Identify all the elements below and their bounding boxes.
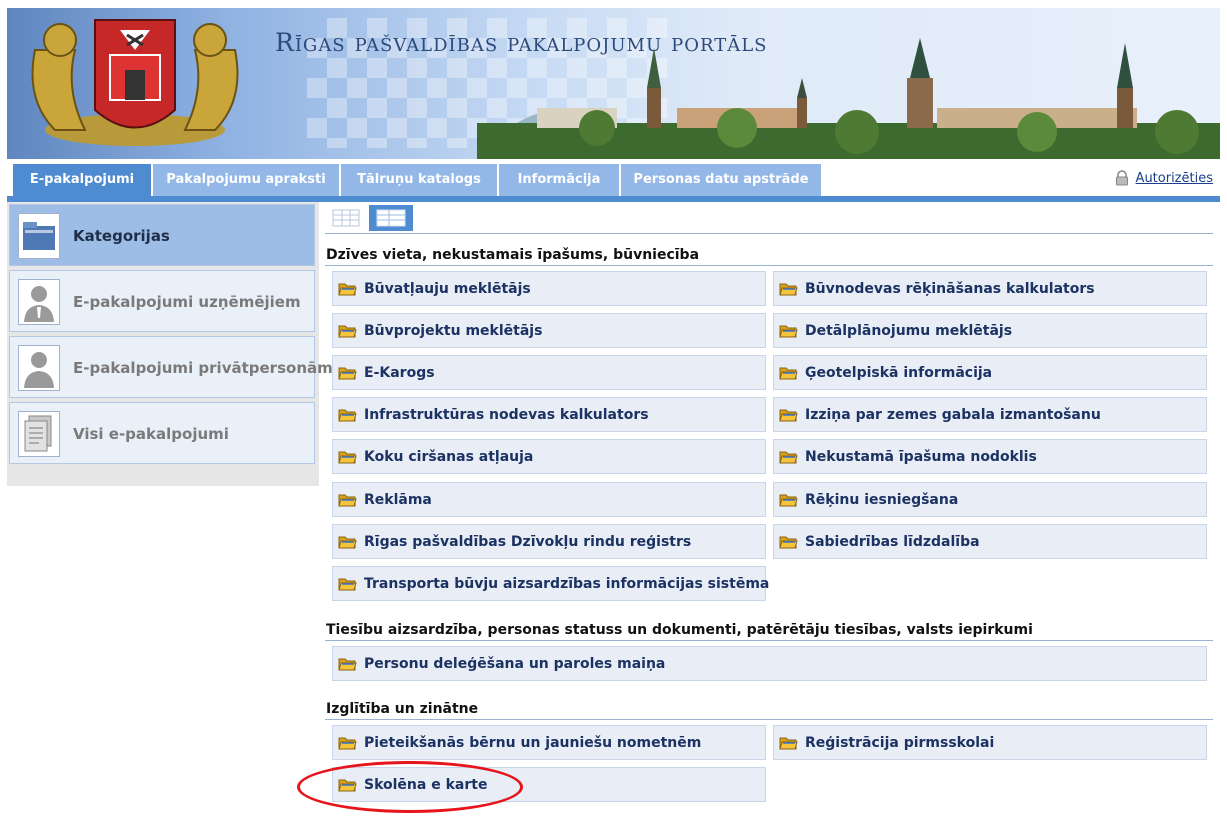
open-folder-icon [779, 365, 798, 381]
login-label: Autorizēties [1135, 170, 1213, 186]
service-item-label: Ģeotelpiskā informācija [805, 365, 993, 381]
open-folder-icon [338, 281, 357, 297]
open-folder-icon [779, 323, 798, 339]
riga-coat-of-arms-logo [31, 19, 239, 146]
service-item-label: E-Karogs [364, 365, 435, 381]
open-folder-icon [338, 323, 357, 339]
sidebar-item-privatpersonam[interactable]: E-pakalpojumi privātpersonām [9, 336, 333, 398]
service-item[interactable]: Rīgas pašvaldības Dzīvokļu rindu reģistr… [332, 524, 766, 559]
sidebar-item-label: E-pakalpojumi privātpersonām [73, 359, 333, 377]
section-divider [325, 719, 1213, 720]
tab-pakalpojumu-apraksti[interactable]: Pakalpojumu apraksti [153, 164, 340, 196]
business-person-icon [18, 279, 60, 325]
service-item-label: Transporta būvju aizsardzības informācij… [364, 576, 770, 592]
service-item[interactable]: Koku ciršanas atļauja [332, 439, 766, 474]
service-item[interactable]: Personu deleģēšana un paroles maiņa [332, 646, 1207, 681]
open-folder-icon [338, 365, 357, 381]
tab-personas-datu-apstrade[interactable]: Personas datu apstrāde [621, 164, 822, 196]
open-folder-icon [338, 534, 357, 550]
service-item-label: Būvprojektu meklētājs [364, 323, 543, 339]
sidebar-item-label: E-pakalpojumi uzņēmējiem [73, 293, 301, 311]
service-item-label: Nekustamā īpašuma nodoklis [805, 449, 1037, 465]
open-folder-icon [779, 735, 798, 751]
service-item[interactable]: Reklāma [332, 482, 766, 517]
service-item[interactable]: Detālplānojumu meklētājs [773, 313, 1207, 348]
service-item[interactable]: Nekustamā īpašuma nodoklis [773, 439, 1207, 474]
riga-skyline-image [477, 38, 1220, 159]
lock-icon [1115, 170, 1128, 186]
folder-icon [18, 213, 60, 259]
service-item[interactable]: Ģeotelpiskā informācija [773, 355, 1207, 390]
sidebar-item-kategorijas[interactable]: Kategorijas [9, 204, 315, 266]
service-item-label: Koku ciršanas atļauja [364, 449, 534, 465]
section-title: Dzīves vieta, nekustamais īpašums, būvni… [326, 247, 700, 263]
section-divider [325, 640, 1213, 641]
service-item-label: Rēķinu iesniegšana [805, 492, 959, 508]
open-folder-icon [779, 534, 798, 550]
open-folder-icon [338, 576, 357, 592]
tab-e-pakalpojumi[interactable]: E-pakalpojumi [13, 164, 152, 196]
tab-talrunu-katalogs[interactable]: Tālruņu katalogs [341, 164, 498, 196]
service-item[interactable]: Transporta būvju aizsardzības informācij… [332, 566, 770, 601]
service-item-label: Izziņa par zemes gabala izmantošanu [805, 407, 1101, 423]
header-banner: Rīgas pašvaldības pakalpojumu portāls [7, 8, 1220, 159]
service-item[interactable]: Būvnodevas rēķināšanas kalkulators [773, 271, 1207, 306]
service-item-label: Sabiedrības līdzdalība [805, 534, 980, 550]
person-icon [18, 345, 60, 391]
service-item-label: Detālplānojumu meklētājs [805, 323, 1013, 339]
open-folder-icon [779, 407, 798, 423]
sidebar-item-label: Visi e-pakalpojumi [73, 425, 229, 443]
service-item-label: Reklāma [364, 492, 432, 508]
open-folder-icon [338, 735, 357, 751]
content-divider [325, 233, 1213, 234]
service-item[interactable]: Skolēna e karte [332, 767, 766, 802]
sidebar-item-uznemejiem[interactable]: E-pakalpojumi uzņēmējiem [9, 270, 315, 332]
open-folder-icon [338, 492, 357, 508]
tab-informacija[interactable]: Informācija [499, 164, 620, 196]
open-folder-icon [338, 407, 357, 423]
service-item[interactable]: Infrastruktūras nodevas kalkulators [332, 397, 766, 432]
service-item[interactable]: Reģistrācija pirmsskolai [773, 725, 1207, 760]
open-folder-icon [779, 281, 798, 297]
service-item[interactable]: E-Karogs [332, 355, 766, 390]
service-item-label: Reģistrācija pirmsskolai [805, 735, 995, 751]
section-title: Izglītība un zinātne [326, 701, 479, 717]
sidebar: Kategorijas E-pakalpojumi uzņēmējiem E-p… [7, 202, 333, 486]
service-item-label: Skolēna e karte [364, 777, 488, 793]
sidebar-item-visi[interactable]: Visi e-pakalpojumi [9, 402, 315, 464]
open-folder-icon [779, 449, 798, 465]
section-title: Tiesību aizsardzība, personas statuss un… [326, 622, 1033, 638]
service-item-label: Būvatļauju meklētājs [364, 281, 531, 297]
open-folder-icon [779, 492, 798, 508]
section-divider [325, 265, 1213, 266]
service-item[interactable]: Sabiedrības līdzdalība [773, 524, 1207, 559]
service-item[interactable]: Pieteikšanās bērnu un jauniešu nometnēm [332, 725, 766, 760]
open-folder-icon [338, 777, 357, 793]
service-item[interactable]: Būvatļauju meklētājs [332, 271, 766, 306]
list-view-icon[interactable] [369, 205, 413, 231]
documents-icon [18, 411, 60, 457]
login-link[interactable]: Autorizēties [1114, 170, 1213, 186]
service-item-label: Personu deleģēšana un paroles maiņa [364, 656, 666, 672]
service-item[interactable]: Būvprojektu meklētājs [332, 313, 766, 348]
service-item-label: Rīgas pašvaldības Dzīvokļu rindu reģistr… [364, 534, 692, 550]
grid-view-icon[interactable] [331, 205, 361, 231]
service-item-label: Būvnodevas rēķināšanas kalkulators [805, 281, 1095, 297]
service-item-label: Pieteikšanās bērnu un jauniešu nometnēm [364, 735, 702, 751]
open-folder-icon [338, 656, 357, 672]
open-folder-icon [338, 449, 357, 465]
sidebar-item-label: Kategorijas [73, 227, 170, 245]
service-item-label: Infrastruktūras nodevas kalkulators [364, 407, 649, 423]
service-item[interactable]: Izziņa par zemes gabala izmantošanu [773, 397, 1207, 432]
service-item[interactable]: Rēķinu iesniegšana [773, 482, 1207, 517]
main-navigation: E-pakalpojumi Pakalpojumu apraksti Tālru… [7, 160, 1220, 202]
